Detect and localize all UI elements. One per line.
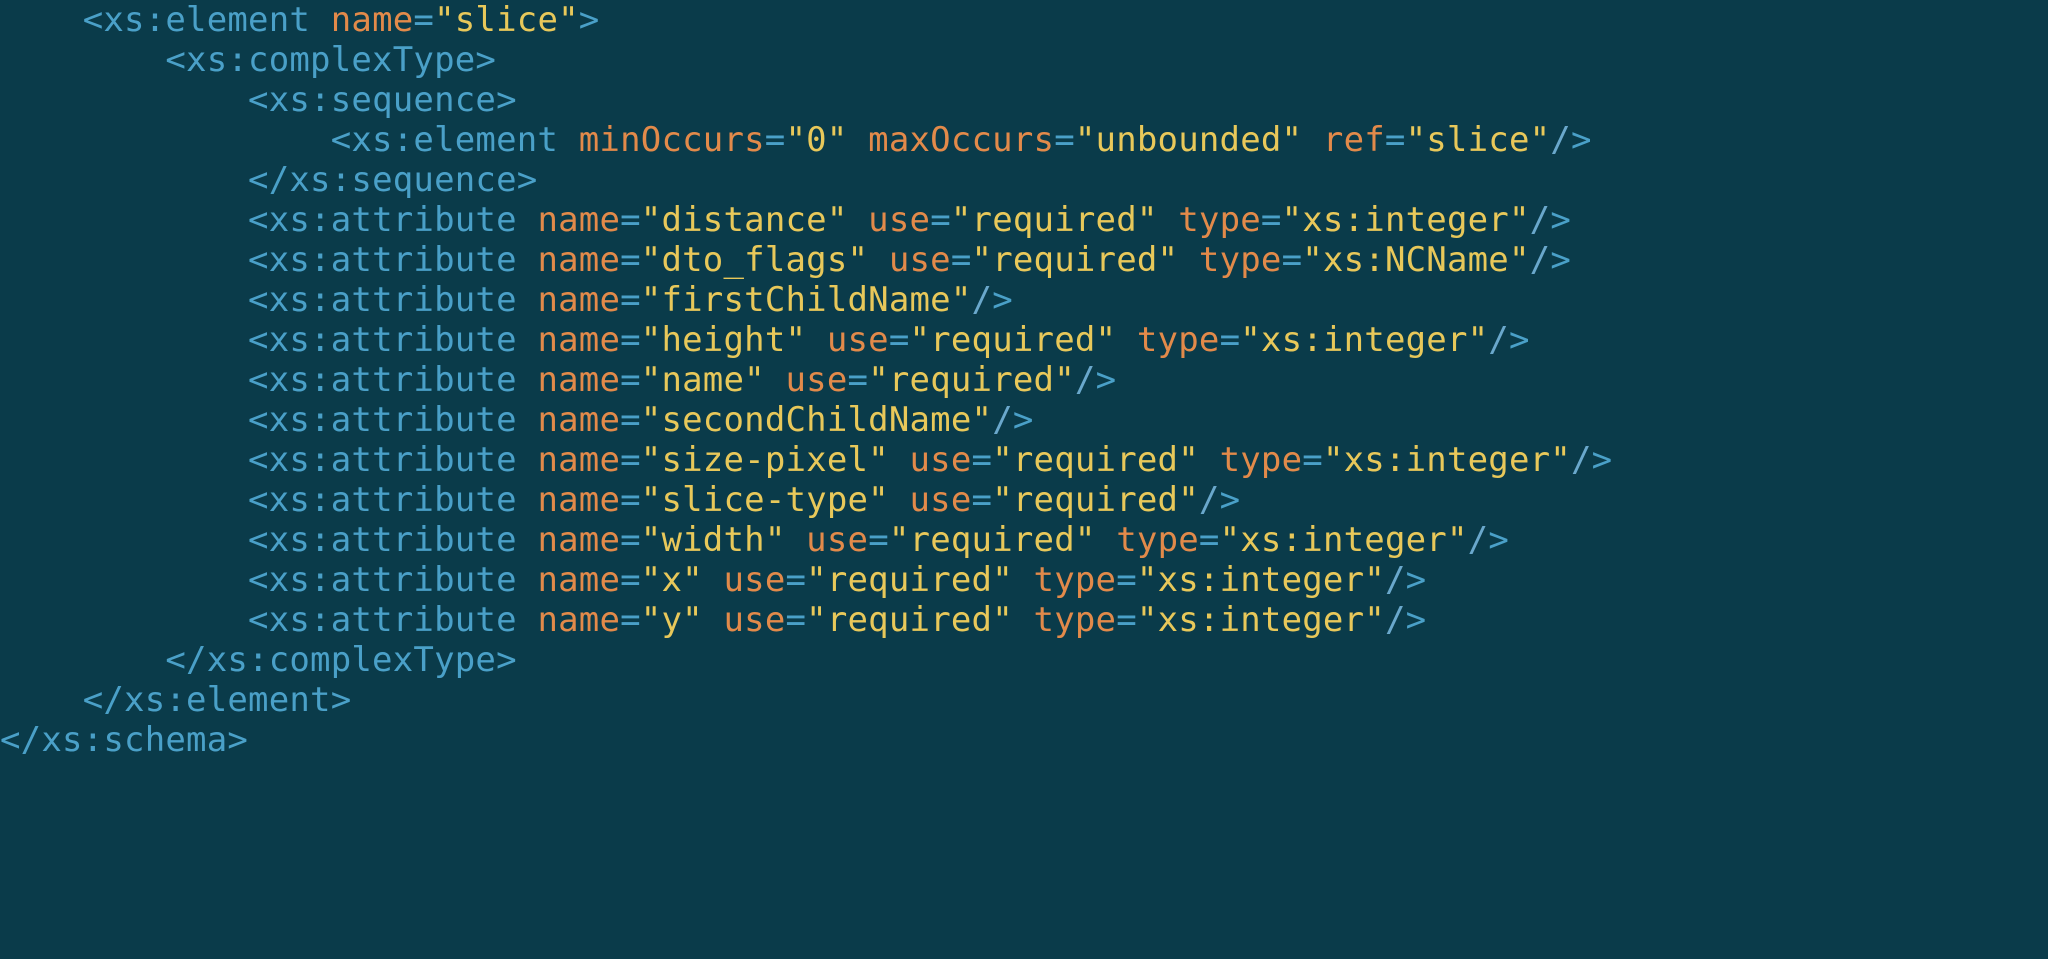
- xml-schema-code: <xs:element name="slice"> <xs:complexTyp…: [0, 0, 2048, 760]
